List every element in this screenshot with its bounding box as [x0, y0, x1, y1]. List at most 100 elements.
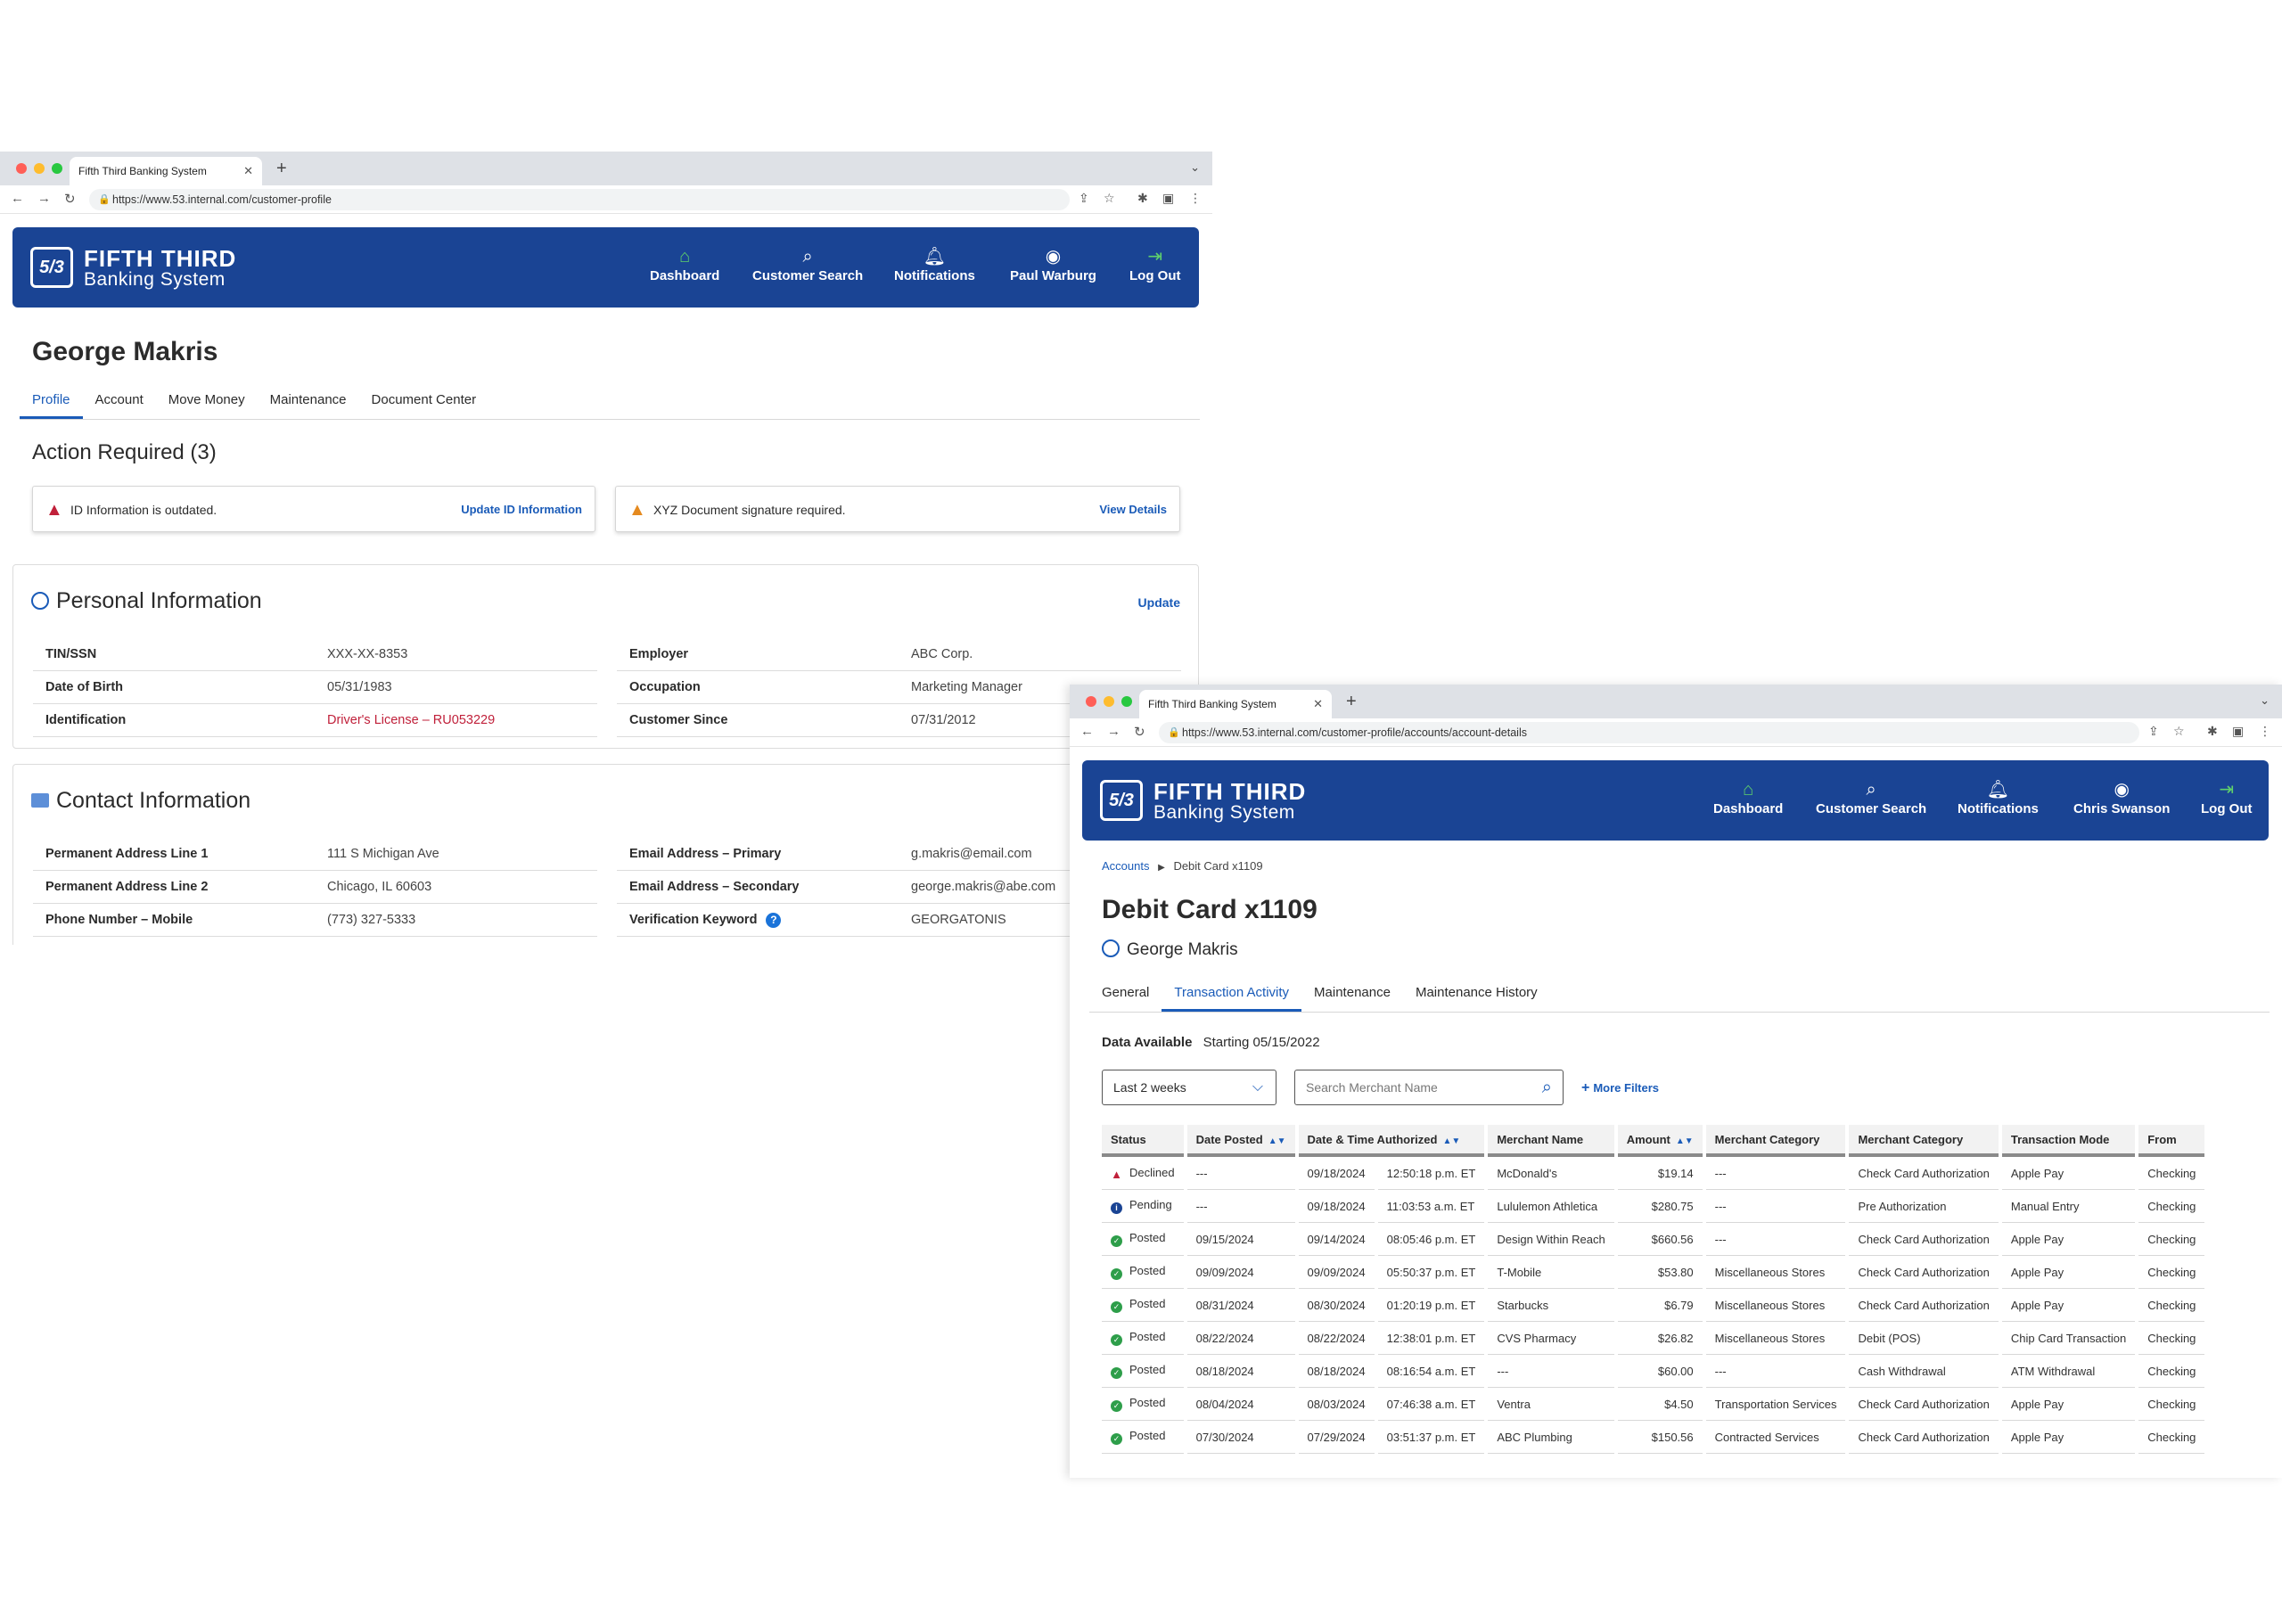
browser-menu-icon[interactable]: ⋮ [1189, 191, 1202, 206]
minimize-window-button[interactable] [1104, 696, 1114, 707]
cell-auth-date: 08/30/2024 [1298, 1289, 1375, 1322]
extensions-icon[interactable]: ✱ [1137, 191, 1148, 206]
tab-transaction-activity[interactable]: Transaction Activity [1162, 985, 1302, 1012]
tab-maintenance[interactable]: Maintenance [258, 392, 359, 419]
customer-profile-window: Fifth Third Banking System ✕ + ⌄ ← → ↻ 🔒… [0, 152, 1212, 945]
new-tab-icon[interactable]: + [276, 159, 287, 178]
view-details-link[interactable]: View Details [1099, 487, 1167, 533]
cell-amount: $60.00 [1617, 1355, 1703, 1388]
tab-document-center[interactable]: Document Center [359, 392, 489, 419]
forward-icon[interactable]: → [1107, 724, 1120, 739]
bookmark-star-icon[interactable]: ☆ [1104, 191, 1115, 206]
tab-list-chevron-icon[interactable]: ⌄ [2260, 693, 2270, 708]
nav-dashboard[interactable]: ⌂ Dashboard [1713, 780, 1783, 816]
close-tab-icon[interactable]: ✕ [1313, 690, 1323, 718]
maximize-window-button[interactable] [52, 163, 62, 174]
alert-message: XYZ Document signature required. [653, 503, 846, 517]
url-text: https://www.53.internal.com/customer-pro… [112, 193, 332, 206]
data-available-value: Starting 05/15/2022 [1203, 1035, 1320, 1050]
check-circle-icon: ✓ [1111, 1433, 1122, 1445]
share-icon[interactable]: ⇪ [2148, 724, 2159, 739]
logo-subtitle: Banking System [84, 269, 226, 290]
table-row[interactable]: ✓ Posted 08/31/2024 08/30/2024 01:20:19 p.m.… [1102, 1289, 2205, 1322]
bell-icon: 🔔︎ [1986, 780, 2010, 800]
tab-maintenance[interactable]: Maintenance [1301, 985, 1403, 1012]
browser-tab[interactable]: Fifth Third Banking System ✕ [70, 157, 262, 185]
col-date-posted[interactable]: Date Posted ▲▼ [1186, 1125, 1295, 1157]
col-amount[interactable]: Amount ▲▼ [1617, 1125, 1703, 1157]
cell-merchant-category-2: Check Card Authorization [1849, 1289, 1999, 1322]
back-icon[interactable]: ← [1080, 724, 1094, 739]
cell-from: Checking [2138, 1256, 2205, 1289]
search-icon[interactable]: ⌕ [1542, 1070, 1552, 1104]
cell-auth-time: 11:03:53 a.m. ET [1377, 1190, 1485, 1223]
nav-customer-search[interactable]: ⌕ Customer Search [752, 247, 863, 283]
share-icon[interactable]: ⇪ [1079, 191, 1089, 206]
table-row[interactable]: ✓ Posted 09/09/2024 09/09/2024 05:50:37 p.m.… [1102, 1256, 2205, 1289]
cell-from: Checking [2138, 1157, 2205, 1190]
table-row[interactable]: ✓ Posted 08/18/2024 08/18/2024 08:16:54 a.m.… [1102, 1355, 2205, 1388]
update-personal-link[interactable]: Update [1138, 595, 1180, 610]
table-row[interactable]: ✓ Posted 07/30/2024 07/29/2024 03:51:37 p.m.… [1102, 1421, 2205, 1454]
minimize-window-button[interactable] [34, 163, 45, 174]
tab-general[interactable]: General [1089, 985, 1162, 1012]
more-filters-button[interactable]: + More Filters [1581, 1080, 1659, 1096]
help-icon[interactable]: ? [766, 913, 782, 928]
cell-status: ✓ Posted [1102, 1421, 1184, 1454]
nav-logout[interactable]: ⇥ Log Out [2201, 780, 2252, 816]
col-date-time-authorized[interactable]: Date & Time Authorized ▲▼ [1298, 1125, 1485, 1157]
nav-user-profile[interactable]: ◉ Paul Warburg [1010, 247, 1096, 283]
extensions-icon[interactable]: ✱ [2207, 724, 2218, 739]
plus-icon: + [1581, 1080, 1590, 1095]
cell-date-posted: --- [1186, 1190, 1295, 1223]
close-window-button[interactable] [1086, 696, 1096, 707]
sort-icon[interactable]: ▲▼ [1268, 1136, 1286, 1146]
sort-icon[interactable]: ▲▼ [1676, 1136, 1694, 1146]
nav-customer-search[interactable]: ⌕ Customer Search [1816, 780, 1926, 816]
browser-tab[interactable]: Fifth Third Banking System ✕ [1139, 690, 1332, 718]
cell-merchant-category: Miscellaneous Stores [1705, 1322, 1846, 1355]
close-tab-icon[interactable]: ✕ [243, 157, 253, 185]
side-panel-icon[interactable]: ▣ [2232, 724, 2244, 739]
cell-from: Checking [2138, 1388, 2205, 1421]
tab-move-money[interactable]: Move Money [156, 392, 258, 419]
browser-menu-icon[interactable]: ⋮ [2259, 724, 2271, 739]
nav-notifications[interactable]: 🔔︎ Notifications [894, 247, 975, 283]
reload-icon[interactable]: ↻ [1134, 724, 1145, 740]
cell-from: Checking [2138, 1355, 2205, 1388]
nav-notifications[interactable]: 🔔︎ Notifications [1958, 780, 2039, 816]
cell-auth-time: 01:20:19 p.m. ET [1377, 1289, 1485, 1322]
cell-transaction-mode: Manual Entry [2001, 1190, 2136, 1223]
sort-icon[interactable]: ▲▼ [1442, 1136, 1460, 1146]
tab-list-chevron-icon[interactable]: ⌄ [1190, 160, 1200, 175]
breadcrumb-accounts-link[interactable]: Accounts [1102, 859, 1149, 873]
address-bar[interactable]: 🔒 https://www.53.internal.com/customer-p… [89, 189, 1070, 210]
tab-account[interactable]: Account [83, 392, 156, 419]
table-row[interactable]: ✓ Posted 09/15/2024 09/14/2024 08:05:46 p.m.… [1102, 1223, 2205, 1256]
cell-date-posted: 08/18/2024 [1186, 1355, 1295, 1388]
merchant-search-input[interactable]: Search Merchant Name ⌕ [1294, 1070, 1564, 1105]
forward-icon[interactable]: → [37, 191, 51, 206]
browser-tab-title: Fifth Third Banking System [1148, 698, 1276, 710]
back-icon[interactable]: ← [11, 191, 24, 206]
update-id-link[interactable]: Update ID Information [461, 487, 582, 533]
table-row[interactable]: ✓ Posted 08/22/2024 08/22/2024 12:38:01 p.m.… [1102, 1322, 2205, 1355]
cell-merchant-category-2: Check Card Authorization [1849, 1421, 1999, 1454]
maximize-window-button[interactable] [1121, 696, 1132, 707]
tab-profile[interactable]: Profile [20, 392, 83, 419]
side-panel-icon[interactable]: ▣ [1162, 191, 1174, 206]
table-row[interactable]: ▲ Declined --- 09/18/2024 12:50:18 p.m. ET Mc… [1102, 1157, 2205, 1190]
date-range-select[interactable]: Last 2 weeks ⌵ [1102, 1070, 1276, 1105]
bookmark-star-icon[interactable]: ☆ [2173, 724, 2185, 739]
new-tab-icon[interactable]: + [1346, 692, 1357, 711]
table-row[interactable]: ✓ Posted 08/04/2024 08/03/2024 07:46:38 a.m.… [1102, 1388, 2205, 1421]
nav-dashboard[interactable]: ⌂ Dashboard [650, 247, 719, 283]
identification-link[interactable]: Driver's License – RU053229 [327, 713, 495, 727]
nav-logout[interactable]: ⇥ Log Out [1129, 247, 1180, 283]
address-bar[interactable]: 🔒 https://www.53.internal.com/customer-p… [1159, 722, 2139, 743]
reload-icon[interactable]: ↻ [64, 191, 76, 207]
tab-maintenance-history[interactable]: Maintenance History [1403, 985, 1550, 1012]
close-window-button[interactable] [16, 163, 27, 174]
table-row[interactable]: i Pending --- 09/18/2024 11:03:53 a.m. ET Lul… [1102, 1190, 2205, 1223]
nav-user-profile[interactable]: ◉ Chris Swanson [2073, 780, 2170, 816]
